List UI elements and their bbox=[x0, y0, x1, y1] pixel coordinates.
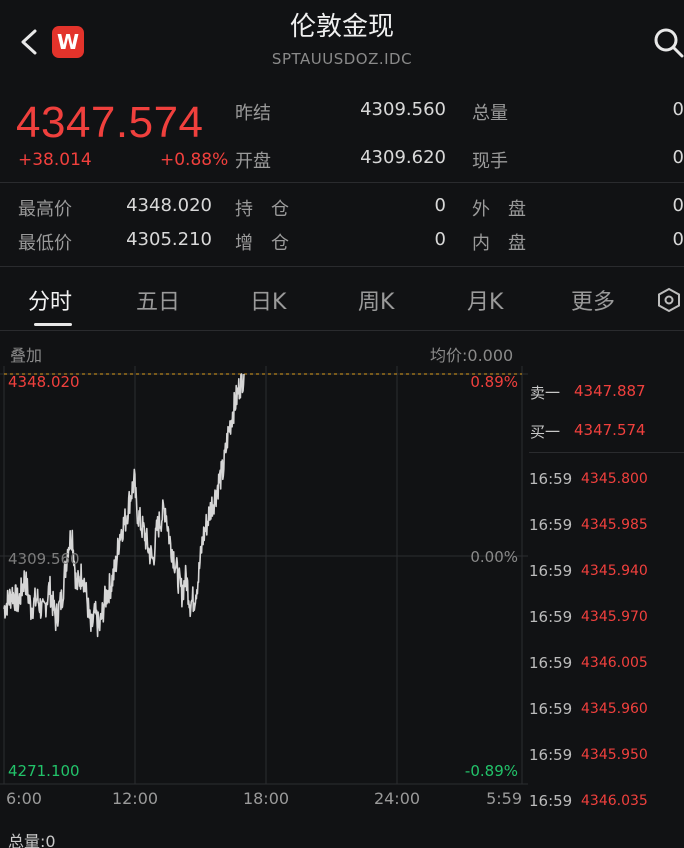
outer-label: 外 盘 bbox=[472, 199, 526, 220]
trade-price: 4345.950 bbox=[581, 747, 648, 763]
trade-price: 4345.970 bbox=[581, 609, 648, 625]
x-tick: 5:59 bbox=[486, 789, 522, 808]
y-mid-label: 4309.560 bbox=[8, 550, 80, 568]
divider bbox=[0, 330, 684, 331]
trade-time: 16:59 bbox=[529, 562, 573, 580]
inner-value: 0 bbox=[672, 229, 684, 250]
x-tick: 24:00 bbox=[374, 789, 420, 808]
trade-time: 16:59 bbox=[529, 608, 573, 626]
divider bbox=[0, 182, 684, 183]
page-title: 伦敦金现 bbox=[289, 12, 394, 42]
open-value: 4309.620 bbox=[360, 147, 446, 168]
hold-value: 0 bbox=[434, 195, 446, 216]
price-line bbox=[3, 373, 245, 638]
trade-price: 4345.940 bbox=[581, 563, 648, 579]
pct-max-label: 0.89% bbox=[470, 373, 518, 391]
inner-label: 内 盘 bbox=[472, 233, 526, 254]
outer-value: 0 bbox=[672, 195, 684, 216]
y-max-label: 4348.020 bbox=[8, 373, 80, 391]
trade-row: 16:59 4345.970 bbox=[529, 608, 684, 630]
tab-more[interactable]: 更多 bbox=[571, 284, 615, 316]
trade-time: 16:59 bbox=[529, 792, 573, 810]
volume-label: 总量:0 bbox=[8, 832, 56, 848]
trade-price: 4345.960 bbox=[581, 701, 648, 717]
trade-price: 4345.985 bbox=[581, 517, 648, 533]
settings-gear-icon[interactable] bbox=[656, 287, 682, 313]
instrument-code: SPTAUUSDOZ.IDC bbox=[271, 50, 413, 68]
increase-label: 增 仓 bbox=[235, 233, 289, 254]
open-label: 开盘 bbox=[235, 151, 271, 172]
ask-1-label: 卖一 bbox=[530, 384, 561, 402]
x-tick: 12:00 bbox=[112, 789, 158, 808]
trade-time: 16:59 bbox=[529, 700, 573, 718]
divider bbox=[0, 266, 684, 267]
overlay-button[interactable]: 叠加 bbox=[10, 342, 42, 366]
trade-time: 16:59 bbox=[529, 516, 573, 534]
tab-monthly-k[interactable]: 月K bbox=[467, 284, 503, 316]
high-value: 4348.020 bbox=[126, 195, 212, 216]
x-tick: 6:00 bbox=[6, 789, 42, 808]
bid-1-price: 4347.574 bbox=[574, 421, 646, 439]
current-hand-value: 0 bbox=[672, 147, 684, 168]
ask-1-price: 4347.887 bbox=[574, 382, 646, 400]
tab-weekly-k[interactable]: 周K bbox=[358, 284, 394, 316]
price-change-pct: +0.88% bbox=[160, 150, 229, 170]
trade-row: 16:59 4345.950 bbox=[529, 746, 684, 768]
high-label: 最高价 bbox=[18, 199, 72, 220]
low-value: 4305.210 bbox=[126, 229, 212, 250]
trade-price: 4345.800 bbox=[581, 471, 648, 487]
trade-time: 16:59 bbox=[529, 654, 573, 672]
trade-row: 16:59 4345.985 bbox=[529, 516, 684, 538]
current-hand-label: 现手 bbox=[472, 151, 508, 172]
trade-price: 4346.005 bbox=[581, 655, 648, 671]
pct-min-label: -0.89% bbox=[465, 762, 518, 780]
top-bar: W 伦敦金现 SPTAUUSDOZ.IDC bbox=[0, 0, 684, 92]
trade-row: 16:59 4346.005 bbox=[529, 654, 684, 676]
intraday-chart[interactable]: 4348.020 4309.560 4271.100 0.89% 0.00% -… bbox=[0, 366, 528, 816]
prev-close-label: 昨结 bbox=[235, 103, 271, 124]
hold-label: 持 仓 bbox=[235, 199, 289, 220]
tab-daily-k[interactable]: 日K bbox=[250, 284, 286, 316]
last-price: 4347.574 bbox=[16, 98, 204, 147]
trade-row: 16:59 4346.035 bbox=[529, 792, 684, 814]
increase-value: 0 bbox=[434, 229, 446, 250]
trade-time: 16:59 bbox=[529, 746, 573, 764]
total-volume-label: 总量 bbox=[472, 103, 508, 124]
prev-close-value: 4309.560 bbox=[360, 99, 446, 120]
y-min-label: 4271.100 bbox=[8, 762, 80, 780]
active-tab-indicator bbox=[34, 323, 72, 326]
pct-mid-label: 0.00% bbox=[470, 548, 518, 566]
tab-five-day[interactable]: 五日 bbox=[136, 284, 180, 316]
trade-row: 16:59 4345.960 bbox=[529, 700, 684, 722]
total-volume-value: 0 bbox=[672, 99, 684, 120]
divider bbox=[529, 452, 684, 453]
search-icon[interactable] bbox=[652, 26, 684, 58]
bid-1-label: 买一 bbox=[530, 423, 561, 441]
average-price-label: 均价:0.000 bbox=[430, 346, 514, 365]
tab-intraday[interactable]: 分时 bbox=[28, 284, 72, 316]
x-tick: 18:00 bbox=[243, 789, 289, 808]
low-label: 最低价 bbox=[18, 233, 72, 254]
trade-row: 16:59 4345.800 bbox=[529, 470, 684, 492]
price-change: +38.014 bbox=[18, 150, 92, 170]
trade-time: 16:59 bbox=[529, 470, 573, 488]
trade-price: 4346.035 bbox=[581, 793, 648, 809]
trade-row: 16:59 4345.940 bbox=[529, 562, 684, 584]
